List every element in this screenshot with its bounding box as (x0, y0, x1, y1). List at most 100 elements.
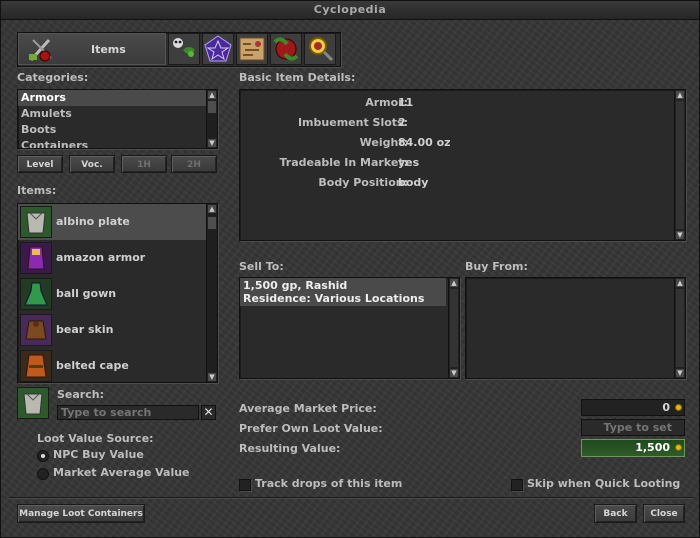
detail-key: Tradeable In Market: (279, 156, 408, 169)
belted-cape-icon (20, 350, 52, 382)
manage-loot-containers-button[interactable]: Manage Loot Containers (17, 504, 145, 523)
scroll-down-icon[interactable]: ▼ (207, 138, 217, 148)
bear-skin-icon (20, 314, 52, 346)
detail-key: Body Position: (318, 176, 408, 189)
scroll-down-icon[interactable]: ▼ (675, 230, 685, 240)
filter-one-hand-button[interactable]: 1H (121, 155, 167, 173)
item-name: albino plate (56, 215, 130, 228)
scroll-up-icon[interactable]: ▲ (675, 278, 685, 288)
filter-vocation-button[interactable]: Voc. (69, 155, 115, 173)
bestiary-tab-icon (173, 38, 195, 57)
sell-to-entry[interactable]: 1,500 gp, Rashid Residence: Various Loca… (240, 278, 446, 306)
window-title[interactable]: Cyclopedia (1, 1, 699, 20)
radio-market-average-label[interactable]: Market Average Value (53, 466, 190, 479)
buy-from-scrollbar[interactable]: ▲ ▼ (674, 278, 685, 378)
scroll-thumb[interactable] (449, 288, 459, 368)
search-input[interactable] (57, 405, 199, 420)
scroll-up-icon[interactable]: ▲ (207, 204, 217, 214)
filter-two-hand-button[interactable]: 2H (171, 155, 217, 173)
items-scrollbar[interactable]: ▲ ▼ (206, 204, 217, 382)
back-button[interactable]: Back (594, 504, 637, 523)
resulting-value-text: 1,500 (635, 441, 670, 454)
gold-coin-icon (675, 444, 682, 451)
category-item[interactable]: Containers (18, 138, 217, 148)
item-row[interactable]: albino plate (18, 204, 217, 240)
own-loot-value-label: Prefer Own Loot Value: (239, 422, 383, 435)
category-item[interactable]: Boots (18, 122, 217, 138)
item-row[interactable]: ball gown (18, 276, 217, 312)
scroll-up-icon[interactable]: ▲ (449, 278, 459, 288)
items-tab-icon (27, 36, 55, 64)
detail-value: 11 (398, 96, 414, 109)
scroll-thumb[interactable] (675, 288, 685, 368)
categories-scrollbar[interactable]: ▲ ▼ (206, 90, 217, 148)
sell-to-line: 1,500 gp, Rashid (243, 279, 348, 292)
clear-search-icon[interactable]: ✕ (201, 405, 216, 420)
category-item[interactable]: Armors (18, 90, 217, 106)
items-list[interactable]: albino plate amazon armor ball gown bear… (17, 203, 218, 383)
sell-to-label: Sell To: (239, 260, 284, 273)
sell-to-scrollbar[interactable]: ▲ ▼ (448, 278, 459, 378)
selected-item-preview-icon (17, 387, 49, 419)
search-label: Search: (57, 388, 104, 401)
item-row[interactable]: bear skin (18, 312, 217, 348)
categories-list[interactable]: Armors Amulets Boots Containers ▲ ▼ (17, 89, 218, 149)
average-price-text: 0 (662, 401, 670, 414)
own-loot-value-input[interactable] (581, 419, 685, 436)
radio-market-average[interactable] (37, 468, 49, 480)
track-drops-label[interactable]: Track drops of this item (255, 477, 402, 490)
radio-npc-buy-label[interactable]: NPC Buy Value (53, 448, 144, 461)
scroll-down-icon[interactable]: ▼ (675, 368, 685, 378)
tab-character[interactable] (304, 33, 336, 65)
tab-houses[interactable] (270, 33, 302, 65)
map-tab-icon (239, 37, 265, 61)
cyclopedia-window: Cyclopedia Items Categories: Armors Amul… (0, 0, 700, 538)
sell-to-line: Residence: Various Locations (243, 292, 425, 305)
ball-gown-icon (20, 278, 52, 310)
scroll-down-icon[interactable]: ▼ (207, 372, 217, 382)
buy-from-panel: ▲ ▼ (465, 277, 686, 379)
details-label: Basic Item Details: (239, 71, 356, 84)
tab-charms[interactable] (202, 33, 234, 65)
gold-coin-icon (675, 404, 682, 411)
item-row[interactable]: amazon armor (18, 240, 217, 276)
radio-npc-buy[interactable] (37, 450, 49, 462)
scroll-down-icon[interactable]: ▼ (449, 368, 459, 378)
scroll-thumb[interactable] (207, 100, 217, 114)
detail-value: body (398, 176, 429, 189)
item-row[interactable]: belted cape (18, 348, 217, 382)
sell-to-panel: 1,500 gp, Rashid Residence: Various Loca… (239, 277, 460, 379)
scroll-up-icon[interactable]: ▲ (675, 90, 685, 100)
details-scrollbar[interactable]: ▲ ▼ (674, 90, 685, 240)
average-price-value: 0 (581, 399, 685, 416)
item-name: bear skin (56, 323, 114, 336)
track-drops-checkbox[interactable] (239, 479, 251, 491)
skip-quick-loot-label[interactable]: Skip when Quick Looting (527, 477, 680, 490)
detail-value: yes (398, 156, 420, 169)
item-name: belted cape (56, 359, 129, 372)
detail-value: 84.00 oz (398, 136, 451, 149)
category-item[interactable]: Amulets (18, 106, 217, 122)
amazon-armor-icon (20, 242, 52, 274)
resulting-value: 1,500 (581, 439, 685, 457)
scroll-thumb[interactable] (207, 216, 217, 230)
scroll-up-icon[interactable]: ▲ (207, 90, 217, 100)
charms-tab-icon (204, 35, 232, 62)
resulting-value-label: Resulting Value: (239, 442, 341, 455)
tab-bestiary[interactable] (168, 33, 200, 65)
buy-from-label: Buy From: (465, 260, 528, 273)
scroll-thumb[interactable] (675, 100, 685, 230)
tab-items[interactable]: Items (18, 33, 166, 65)
skip-quick-loot-checkbox[interactable] (511, 479, 523, 491)
tab-map[interactable] (236, 33, 268, 65)
categories-label: Categories: (17, 71, 89, 84)
detail-key: Imbuement Slots: (297, 116, 408, 129)
houses-tab-icon (273, 37, 299, 61)
details-panel: Armor: 11 Imbuement Slots: 2 Weight: 84.… (239, 89, 686, 241)
footer-divider (9, 497, 693, 499)
character-tab-icon (309, 37, 334, 62)
items-label: Items: (17, 184, 57, 197)
filter-level-button[interactable]: Level (17, 155, 63, 173)
item-name: ball gown (56, 287, 117, 300)
close-button[interactable]: Close (643, 504, 685, 523)
